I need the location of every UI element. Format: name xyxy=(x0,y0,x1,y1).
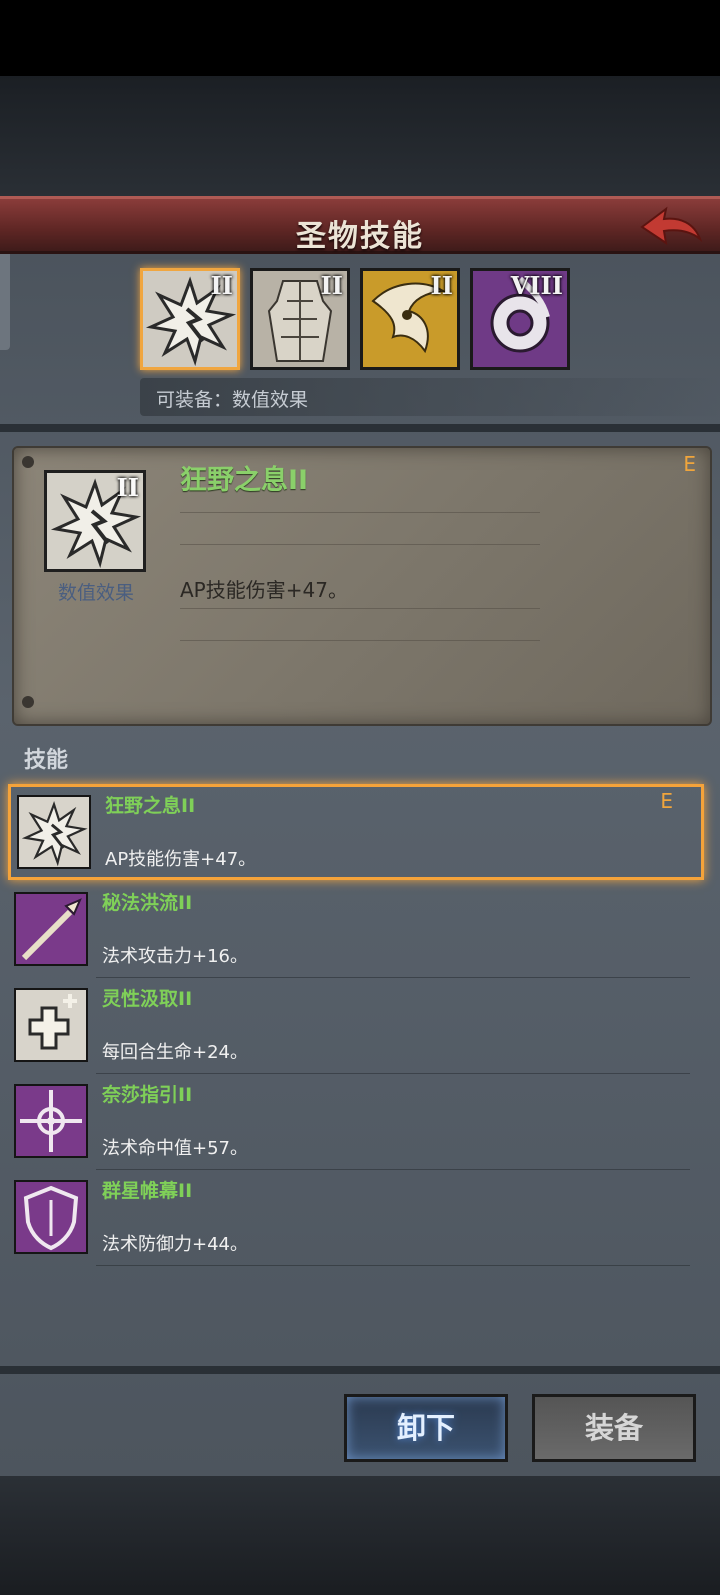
page-title: 圣物技能 xyxy=(296,219,424,254)
detail-description: AP技能伤害+47。 xyxy=(180,578,348,602)
title-bar: 圣物技能 xyxy=(0,196,720,254)
divider xyxy=(96,1265,690,1266)
skill-name: 灵性汲取II xyxy=(102,988,193,1010)
divider xyxy=(0,1366,720,1374)
back-button[interactable] xyxy=(638,203,703,249)
skill-icon xyxy=(14,1084,88,1158)
equipped-tag: E xyxy=(660,789,673,813)
detail-equipped-tag: E xyxy=(683,452,696,476)
skill-icon xyxy=(14,1180,88,1254)
unequip-button[interactable]: 卸下 xyxy=(344,1394,508,1462)
skill-icon xyxy=(14,892,88,966)
divider xyxy=(96,977,690,978)
skill-description: AP技能伤害+47。 xyxy=(105,849,257,870)
compass-star-icon xyxy=(20,1090,82,1152)
skill-row[interactable]: 狂野之息II AP技能伤害+47。 E xyxy=(8,784,704,880)
relic-level: II xyxy=(430,271,453,300)
background-bottom xyxy=(0,1476,720,1595)
detail-name: 狂野之息II xyxy=(180,465,309,496)
back-arrow-icon xyxy=(640,206,703,246)
skill-description: 每回合生命+24。 xyxy=(102,1042,248,1063)
skill-description: 法术防御力+44。 xyxy=(102,1234,248,1255)
skill-name: 奈莎指引II xyxy=(102,1084,193,1106)
detail-level: II xyxy=(116,473,139,502)
health-cross-icon xyxy=(28,994,77,1050)
spear-icon xyxy=(21,898,82,961)
divider xyxy=(180,512,540,513)
rivet xyxy=(22,696,34,708)
relic-slot-2[interactable]: II xyxy=(250,268,350,370)
equip-button[interactable]: 装备 xyxy=(532,1394,696,1462)
divider xyxy=(0,424,720,432)
skill-name: 秘法洪流II xyxy=(102,892,193,914)
skill-row[interactable]: 秘法洪流II 法术攻击力+16。 xyxy=(0,884,720,980)
rivet xyxy=(22,456,34,468)
background-top xyxy=(0,76,720,196)
divider xyxy=(180,608,540,609)
skill-detail-card: II 数值效果 狂野之息II E AP技能伤害+47。 xyxy=(12,446,712,726)
relic-slot-1[interactable]: II xyxy=(140,268,240,370)
skill-icon xyxy=(14,988,88,1062)
skills-section-label: 技能 xyxy=(24,748,69,773)
detail-type: 数值效果 xyxy=(57,582,134,604)
equip-hint-text: 可装备：数值效果 xyxy=(156,389,309,411)
divider xyxy=(96,1073,690,1074)
explosion-icon xyxy=(21,800,88,867)
skill-name: 狂野之息II xyxy=(105,795,196,817)
equip-hint: 可装备：数值效果 xyxy=(140,378,720,416)
skill-description: 法术攻击力+16。 xyxy=(102,946,248,967)
status-bar-area xyxy=(0,0,720,76)
divider xyxy=(96,1169,690,1170)
shield-icon xyxy=(23,1185,79,1251)
relic-level: II xyxy=(210,271,233,300)
relic-level: II xyxy=(320,271,343,300)
relic-slot-3[interactable]: II xyxy=(360,268,460,370)
skill-icon xyxy=(17,795,91,869)
skill-row[interactable]: 灵性汲取II 每回合生命+24。 xyxy=(0,980,720,1076)
relic-slot-4[interactable]: VIII xyxy=(470,268,570,370)
skill-description: 法术命中值+57。 xyxy=(102,1138,248,1159)
skill-name: 群星帷幕II xyxy=(102,1180,193,1202)
skill-row[interactable]: 群星帷幕II 法术防御力+44。 xyxy=(0,1172,720,1268)
relic-level: VIII xyxy=(510,271,563,300)
skill-row[interactable]: 奈莎指引II 法术命中值+57。 xyxy=(0,1076,720,1172)
divider xyxy=(180,640,540,641)
detail-skill-icon: II xyxy=(44,470,146,572)
divider xyxy=(180,544,540,545)
